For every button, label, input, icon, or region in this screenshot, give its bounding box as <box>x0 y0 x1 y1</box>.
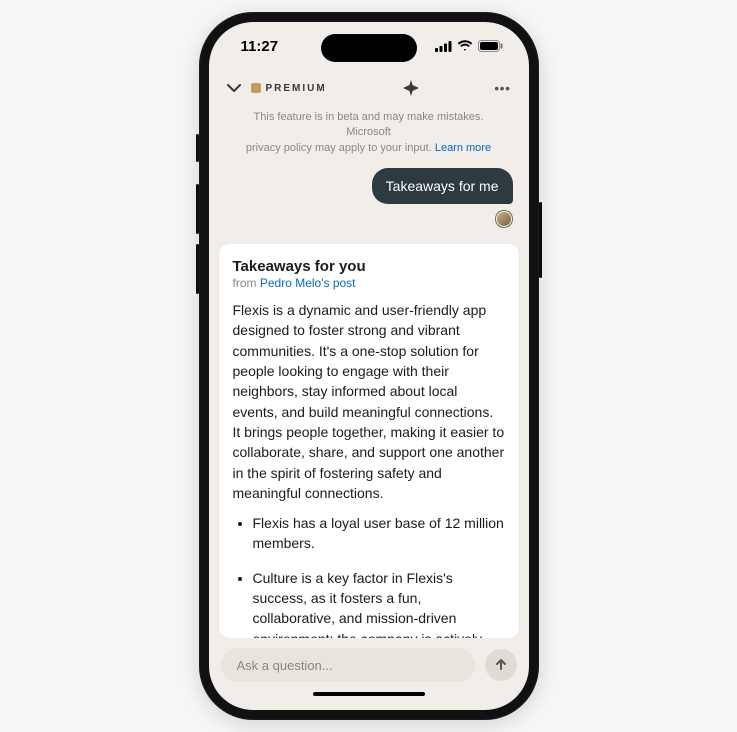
power-button <box>539 202 542 278</box>
card-body: Flexis is a dynamic and user-friendly ap… <box>233 300 505 638</box>
premium-badge: PREMIUM <box>251 83 327 94</box>
premium-square-icon <box>251 83 261 93</box>
ask-question-input[interactable] <box>221 648 475 682</box>
card-bullet-list: Flexis has a loyal user base of 12 milli… <box>233 513 505 638</box>
sparkle-icon[interactable] <box>403 80 419 96</box>
response-card: Takeaways for you from Pedro Melo's post… <box>219 244 519 638</box>
arrow-up-icon <box>494 657 508 674</box>
battery-icon <box>478 40 503 52</box>
compose-row <box>209 638 529 690</box>
learn-more-link[interactable]: Learn more <box>435 142 491 154</box>
switch-button <box>196 134 199 162</box>
overflow-menu[interactable]: ••• <box>494 81 510 95</box>
avatar[interactable] <box>495 210 513 228</box>
card-subtitle: from Pedro Melo's post <box>233 276 505 290</box>
source-post-link[interactable]: Pedro Melo's post <box>260 276 356 290</box>
beta-disclaimer: This feature is in beta and may make mis… <box>209 106 529 166</box>
conversation-area: Takeaways for me Takeaways for you from … <box>209 166 529 638</box>
wifi-icon <box>457 40 473 52</box>
status-indicators <box>435 40 503 52</box>
home-indicator[interactable] <box>313 692 425 696</box>
card-title: Takeaways for you <box>233 258 505 275</box>
collapse-chevron-icon[interactable] <box>227 81 241 95</box>
cellular-icon <box>435 41 452 52</box>
phone-chassis: 11:27 PREMIUM <box>199 12 539 720</box>
home-bar <box>209 690 529 710</box>
disclaimer-line-2: privacy policy may apply to your input. <box>246 142 432 154</box>
send-button[interactable] <box>485 649 517 681</box>
volume-down-button <box>196 244 199 294</box>
card-sub-prefix: from <box>233 276 260 290</box>
list-item: Culture is a key factor in Flexis's succ… <box>253 568 505 638</box>
list-item: Flexis has a loyal user base of 12 milli… <box>253 513 505 554</box>
disclaimer-line-1: This feature is in beta and may make mis… <box>254 111 484 138</box>
dynamic-island <box>321 34 417 62</box>
premium-label: PREMIUM <box>266 83 327 94</box>
volume-up-button <box>196 184 199 234</box>
status-time: 11:27 <box>241 38 279 55</box>
card-paragraph: Flexis is a dynamic and user-friendly ap… <box>233 300 505 503</box>
app-header: PREMIUM ••• <box>209 70 529 106</box>
user-message-bubble: Takeaways for me <box>372 168 513 204</box>
screen: 11:27 PREMIUM <box>209 22 529 710</box>
user-message-row: Takeaways for me <box>372 166 519 230</box>
